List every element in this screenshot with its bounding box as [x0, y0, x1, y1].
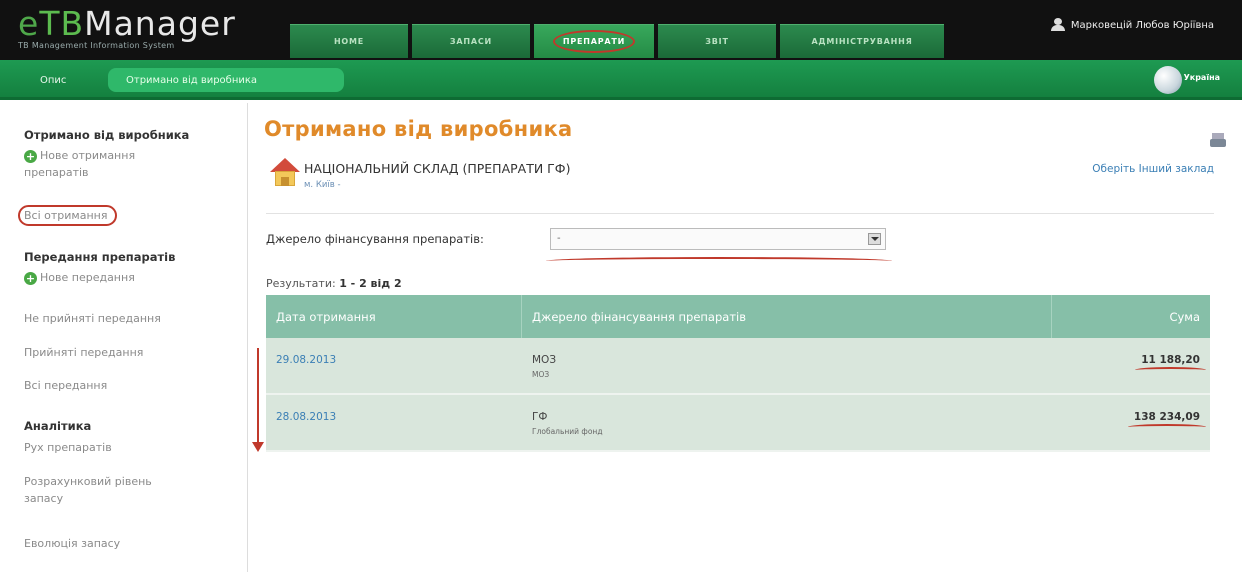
sidebar-item-drug-movement[interactable]: Рух препаратів [24, 439, 112, 456]
globe-icon[interactable] [1154, 66, 1182, 94]
sum-value-text: 11 188,20 [1141, 354, 1200, 366]
sub-nav-received-from-manufacturer[interactable]: Отримано від виробника [108, 68, 344, 92]
page-title: Отримано від виробника [264, 117, 573, 141]
choose-other-unit-link[interactable]: Оберіть Інший заклад [1092, 163, 1214, 175]
brand-logo[interactable]: eTBManager TB Management Information Sys… [18, 6, 236, 51]
column-header-source[interactable]: Джерело фінансування препаратів [522, 295, 1052, 338]
brand-name: eTBManager [18, 6, 236, 42]
sidebar-item-all-transfers[interactable]: Всі передання [24, 377, 107, 394]
sum-value: 11 188,20 [1135, 354, 1206, 369]
sidebar-section-transfers: Передання препаратів [24, 250, 176, 264]
annotation-arrow [252, 348, 264, 452]
user-icon [1050, 18, 1065, 32]
source-name: МОЗ [532, 354, 557, 366]
funding-source-select[interactable]: - [550, 228, 886, 250]
sidebar-item-accepted-transfers[interactable]: Прийняті передання [24, 344, 143, 361]
receivings-table: Дата отримання Джерело фінансування преп… [266, 295, 1210, 452]
sidebar-item-all-receivings-label: Всі отримання [18, 205, 118, 226]
sidebar-item-calc-level-label-2: запасу [24, 492, 64, 505]
table-header: Дата отримання Джерело фінансування преп… [266, 295, 1210, 338]
nav-tab-home[interactable]: НОМЕ [290, 24, 408, 58]
chevron-down-icon[interactable] [868, 233, 881, 245]
sidebar-section-analytics: Аналітика [24, 419, 92, 433]
annotation-underline [1135, 367, 1206, 373]
date-link[interactable]: 28.08.2013 [276, 411, 336, 423]
nav-tab-stock[interactable]: ЗАПАСИ [412, 24, 530, 58]
results-label: Результати: [266, 277, 336, 290]
sidebar-section-received: Отримано від виробника [24, 128, 190, 142]
sidebar-item-all-receivings[interactable]: Всі отримання [18, 205, 118, 226]
table-cell-sum: 138 234,09 [1052, 395, 1210, 450]
nav-tab-reports[interactable]: ЗВІТ [658, 24, 776, 58]
language-selector[interactable]: Україна [1184, 73, 1220, 82]
funding-source-label: Джерело фінансування препаратів: [266, 232, 484, 246]
add-icon: + [24, 272, 37, 285]
user-menu[interactable]: Марковецій Любов Юріївна [1050, 18, 1214, 32]
main-content: Отримано від виробника НАЦІОНАЛЬНИЙ СКЛА… [248, 103, 1242, 572]
table-row: 28.08.2013 ГФ Глобальний фонд 138 234,09 [266, 395, 1210, 452]
sidebar-item-new-receiving-label: Нове отримання [40, 149, 136, 162]
nav-tab-admin[interactable]: АДМІНІСТРУВАННЯ [780, 24, 944, 58]
divider [266, 213, 1214, 214]
sum-value-text: 138 234,09 [1133, 411, 1200, 423]
table-cell-date: 29.08.2013 [266, 338, 522, 393]
sidebar-item-new-receiving[interactable]: + Нове отримання препаратів [24, 147, 135, 181]
sidebar-item-new-transfer-label: Нове передання [40, 271, 135, 284]
table-cell-sum: 11 188,20 [1052, 338, 1210, 393]
sub-navigation: Опис Отримано від виробника Україна [0, 60, 1242, 100]
sidebar-item-stock-evolution[interactable]: Еволюція запасу [24, 535, 120, 552]
source-full-name: Глобальний фонд [532, 427, 603, 436]
table-cell-source: МОЗ МОЗ [522, 338, 1052, 393]
results-value: 1 - 2 від 2 [339, 277, 402, 290]
sum-value: 138 234,09 [1127, 411, 1206, 426]
unit-city: м. Київ - [304, 180, 341, 190]
annotation-underline [1127, 424, 1206, 430]
nav-tab-drugs-label: ПРЕПАРАТИ [552, 30, 636, 53]
print-icon[interactable] [1210, 133, 1226, 149]
brand-rest: Manager [84, 4, 236, 43]
unit-name: НАЦІОНАЛЬНИЙ СКЛАД (ПРЕПАРАТИ ГФ) [304, 161, 571, 176]
home-icon [270, 158, 300, 188]
table-cell-date: 28.08.2013 [266, 395, 522, 450]
column-header-date[interactable]: Дата отримання [266, 295, 522, 338]
brand-e: e [18, 4, 40, 43]
sidebar: Отримано від виробника + Нове отримання п… [0, 103, 248, 572]
table-row: 29.08.2013 МОЗ МОЗ 11 188,20 [266, 338, 1210, 395]
home-door [281, 177, 289, 186]
sidebar-item-calc-level[interactable]: Розрахунковий рівень запасу [24, 473, 152, 507]
table-cell-source: ГФ Глобальний фонд [522, 395, 1052, 450]
source-full-name: МОЗ [532, 370, 550, 379]
sub-nav-desk[interactable]: Опис [40, 68, 66, 92]
brand-tb: TB [39, 4, 85, 43]
column-header-sum[interactable]: Сума [1052, 295, 1210, 338]
sidebar-item-calc-level-label: Розрахунковий рівень [24, 475, 152, 488]
annotation-underline [546, 257, 892, 265]
home-roof [270, 158, 300, 172]
date-link[interactable]: 29.08.2013 [276, 354, 336, 366]
add-icon: + [24, 150, 37, 163]
sidebar-item-unaccepted-transfers[interactable]: Не прийняті передання [24, 310, 161, 327]
sidebar-item-new-transfer[interactable]: + Нове передання [24, 269, 135, 286]
funding-source-value: - [557, 233, 561, 244]
results-count: Результати: 1 - 2 від 2 [266, 277, 402, 290]
sidebar-item-new-receiving-label-2: препаратів [24, 166, 89, 179]
user-name: Марковецій Любов Юріївна [1070, 19, 1214, 31]
source-name: ГФ [532, 411, 548, 423]
main-navigation: НОМЕ ЗАПАСИ ПРЕПАРАТИ ЗВІТ АДМІНІСТРУВАН… [290, 24, 944, 58]
top-header: eTBManager TB Management Information Sys… [0, 0, 1242, 60]
nav-tab-drugs[interactable]: ПРЕПАРАТИ [534, 24, 654, 58]
